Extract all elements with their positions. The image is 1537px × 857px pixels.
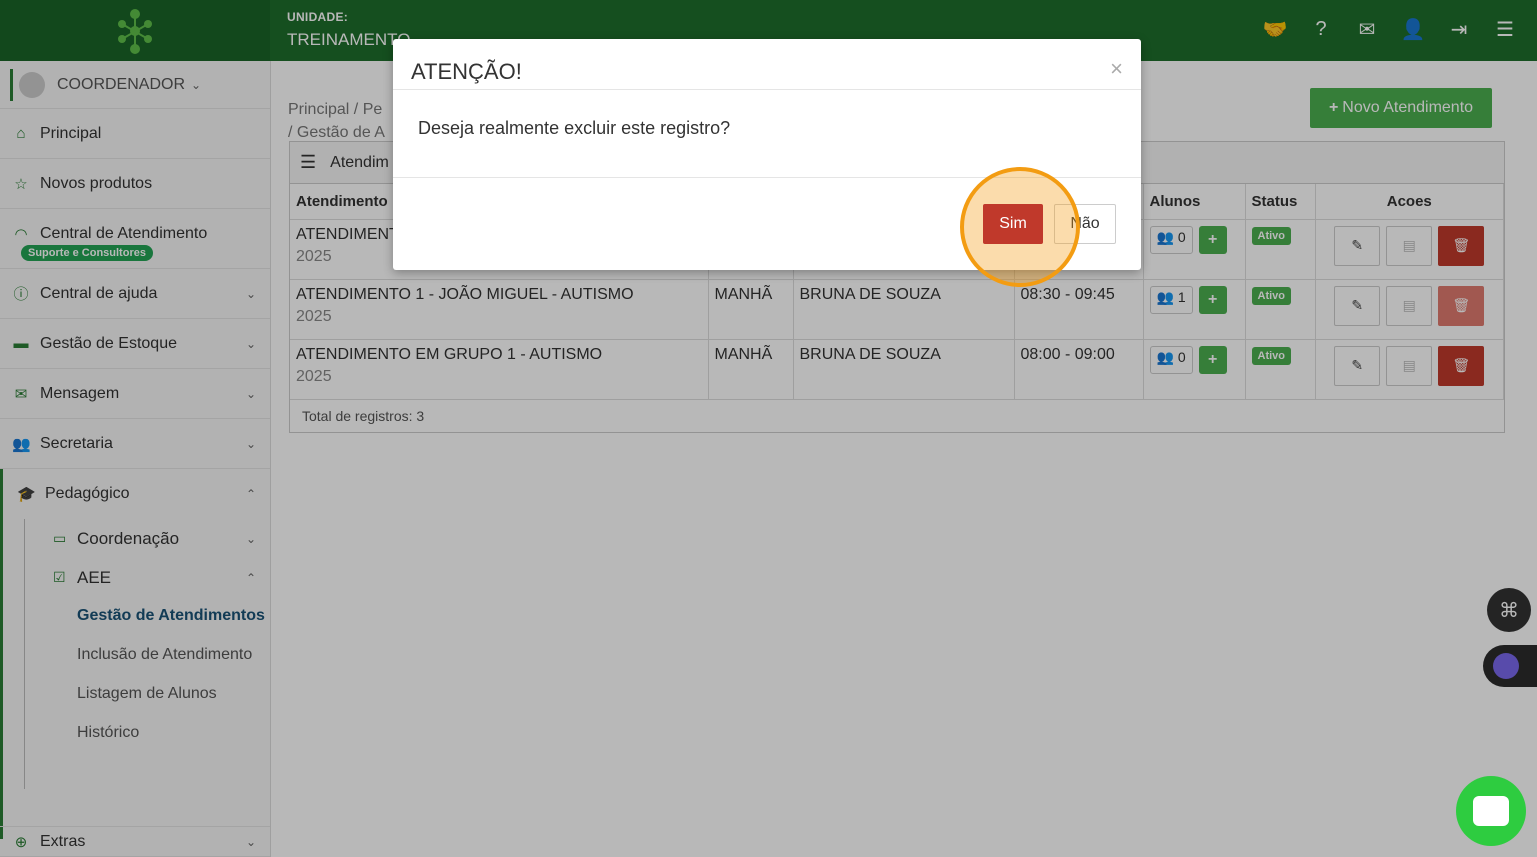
dialog-header: ATENÇÃO! × [393, 39, 1141, 90]
confirm-yes-button[interactable]: Sim [983, 204, 1043, 244]
dialog-message: Deseja realmente excluir este registro? [393, 90, 1141, 178]
chat-bubble-icon [1473, 796, 1509, 826]
dialog-title: ATENÇÃO! [411, 59, 522, 84]
chat-button[interactable] [1456, 776, 1526, 846]
close-icon[interactable]: × [1110, 56, 1123, 82]
confirm-dialog: ATENÇÃO! × Deseja realmente excluir este… [393, 39, 1141, 270]
